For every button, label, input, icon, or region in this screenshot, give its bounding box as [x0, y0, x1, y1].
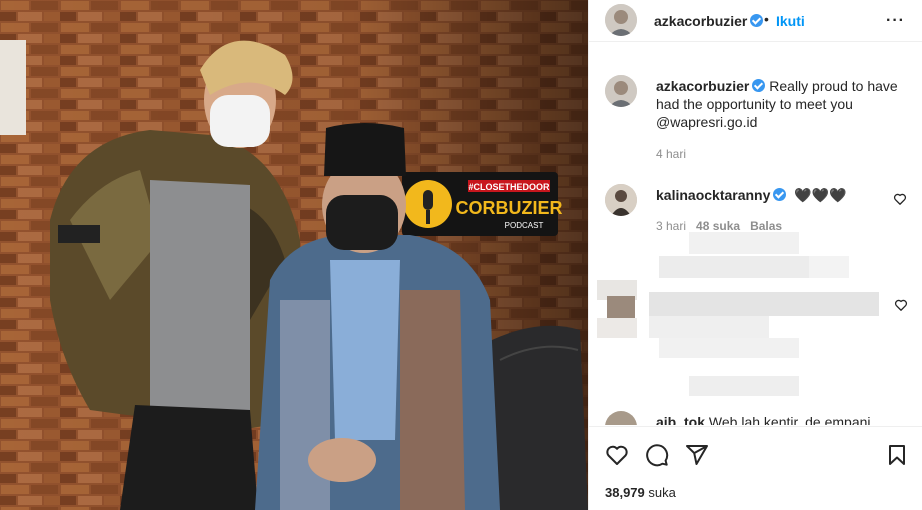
post-sidebar: azkacorbuzier • Ikuti ··· azkacorbuzier …	[588, 0, 922, 510]
share-icon[interactable]	[685, 443, 709, 467]
like-count-number: 38,979	[605, 485, 645, 500]
comment-likes[interactable]: 48 suka	[696, 219, 740, 233]
more-icon[interactable]: ···	[886, 12, 905, 30]
author-avatar[interactable]	[605, 4, 637, 36]
author-name-row: azkacorbuzier	[654, 13, 764, 29]
caption-text-block: azkacorbuzier Really proud to have had t…	[656, 77, 906, 131]
heart-icon[interactable]	[605, 443, 629, 467]
blurred-comments	[597, 232, 879, 396]
comment-text: Web lah kentir, de empani	[708, 414, 871, 425]
reply-button[interactable]: Balas	[750, 219, 782, 233]
follow-button[interactable]: Ikuti	[776, 13, 805, 29]
post-header: azkacorbuzier • Ikuti ···	[589, 0, 922, 42]
photo-illustration: #CLOSETHEDOOR CORBUZIER PODCAST	[0, 0, 588, 510]
sign-line2: CORBUZIER	[456, 198, 563, 218]
comment-like-icon[interactable]	[894, 298, 908, 312]
bookmark-icon[interactable]	[885, 443, 909, 467]
verified-icon	[752, 79, 766, 92]
separator-dot: •	[764, 11, 769, 27]
podcast-sign: #CLOSETHEDOOR CORBUZIER PODCAST	[402, 172, 563, 236]
action-bar: 38,979 suka	[589, 426, 922, 510]
like-count-label: suka	[648, 485, 676, 500]
comment-meta: 3 hari 48 suka Balas	[656, 219, 782, 233]
caption-timestamp[interactable]: 4 hari	[656, 147, 686, 161]
comment-icon[interactable]	[645, 443, 669, 467]
caption-avatar[interactable]	[605, 75, 637, 107]
like-count[interactable]: 38,979 suka	[605, 485, 676, 500]
verified-icon	[773, 188, 787, 201]
sign-line1: #CLOSETHEDOOR	[468, 182, 550, 192]
comment-text-block: kalinaocktaranny 🖤🖤🖤	[656, 187, 847, 204]
comment-text-block: aib_tok Web lah kentir, de empani	[656, 414, 871, 425]
commenter-username[interactable]: aib_tok	[656, 414, 705, 425]
post-photo[interactable]: #CLOSETHEDOOR CORBUZIER PODCAST	[0, 0, 588, 510]
author-username[interactable]: azkacorbuzier	[654, 13, 747, 29]
commenter-avatar[interactable]	[605, 411, 637, 425]
comment-time[interactable]: 3 hari	[656, 219, 686, 233]
comment-text: 🖤🖤🖤	[794, 187, 847, 203]
comment-item-partial: aib_tok Web lah kentir, de empani	[605, 411, 905, 425]
comment-like-icon[interactable]	[893, 192, 907, 206]
sign-line3: PODCAST	[505, 221, 544, 230]
caption-username[interactable]: azkacorbuzier	[656, 78, 749, 94]
verified-icon	[750, 14, 764, 27]
commenter-avatar[interactable]	[605, 184, 637, 216]
commenter-username[interactable]: kalinaocktaranny	[656, 187, 770, 203]
